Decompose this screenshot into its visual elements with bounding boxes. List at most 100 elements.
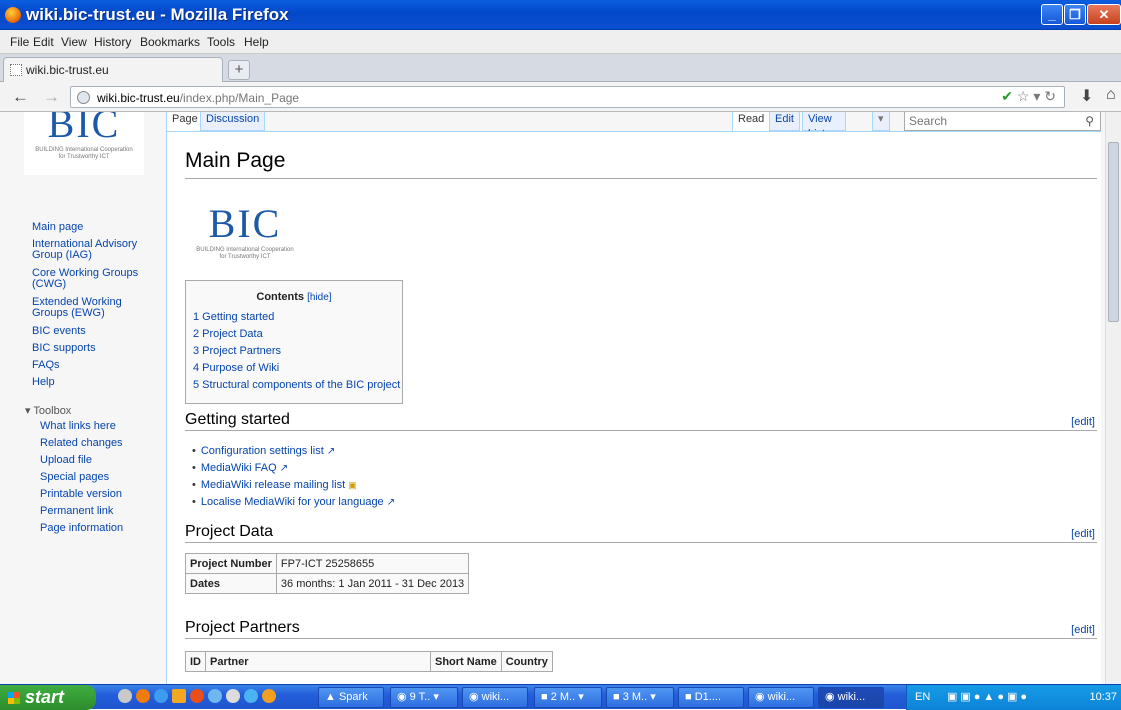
list-item[interactable]: Configuration settings list ↗: [192, 445, 335, 458]
menu-edit[interactable]: Edit: [33, 35, 54, 49]
edit-project-partners-link[interactable]: [edit]: [1071, 624, 1095, 636]
quicklaunch-icon[interactable]: [118, 689, 132, 703]
sidebar-item-iag[interactable]: International Advisory Group (IAG): [32, 239, 147, 261]
taskbar-button-powerpoint[interactable]: ■ 2 M.. ▾: [534, 687, 602, 708]
toolbox-page-information[interactable]: Page information: [40, 523, 155, 534]
sidebar-item-bic-events[interactable]: BIC events: [32, 326, 147, 337]
app-quicklaunch-icon[interactable]: [208, 689, 222, 703]
sidebar-item-bic-supports[interactable]: BIC supports: [32, 343, 147, 354]
toc-item[interactable]: 1 Getting started: [193, 312, 274, 323]
app-quicklaunch-icon[interactable]: [190, 689, 204, 703]
toolbox-related-changes[interactable]: Related changes: [40, 438, 155, 449]
lock-icon: ▣: [348, 480, 357, 490]
tab-view-history[interactable]: View history: [802, 112, 847, 140]
link-localise[interactable]: Localise MediaWiki for your language: [201, 496, 384, 508]
menu-help[interactable]: Help: [244, 35, 269, 49]
browser-tab[interactable]: wiki.bic-trust.eu: [3, 57, 223, 82]
edit-project-data-link[interactable]: [edit]: [1071, 528, 1095, 540]
menu-history[interactable]: History: [94, 35, 131, 49]
download-icon[interactable]: ⬇: [1080, 86, 1093, 106]
sidebar-item-faqs[interactable]: FAQs: [32, 360, 147, 371]
link-config-settings[interactable]: Configuration settings list: [201, 445, 324, 457]
tab-label: wiki.bic-trust.eu: [26, 63, 109, 77]
maximize-button[interactable]: ❐: [1064, 4, 1086, 25]
new-tab-button[interactable]: +: [228, 60, 250, 80]
page-title: Main Page: [185, 149, 286, 172]
heading-project-data: Project Data: [185, 523, 274, 540]
tab-read[interactable]: Read: [732, 112, 771, 131]
column-header: Country: [500, 651, 553, 672]
taskbar-button-firefox-wiki[interactable]: ◉ wiki...: [818, 687, 884, 708]
home-icon[interactable]: ⌂: [1106, 86, 1116, 104]
list-item[interactable]: MediaWiki release mailing list ▣: [192, 480, 357, 491]
outlook-quicklaunch-icon[interactable]: [172, 689, 186, 703]
vertical-scrollbar[interactable]: [1105, 112, 1121, 684]
firefox-icon: ◉: [825, 691, 835, 703]
menu-tools[interactable]: Tools: [207, 35, 235, 49]
tab-page[interactable]: Page: [166, 112, 204, 131]
firefox-icon: ◉: [469, 691, 479, 703]
menu-view[interactable]: View: [61, 35, 87, 49]
taskbar-button-spark[interactable]: ▲ Spark: [318, 687, 384, 708]
toolbox-toggle[interactable]: ▾ Toolbox: [25, 404, 71, 417]
sidebar-item-ewg[interactable]: Extended Working Groups (EWG): [32, 297, 147, 319]
search-input[interactable]: [905, 112, 1075, 129]
tab-discussion[interactable]: Discussion: [200, 112, 266, 131]
forward-arrow-icon[interactable]: →: [43, 87, 60, 107]
toc-item[interactable]: 4 Purpose of Wiki: [193, 363, 279, 374]
star-icon[interactable]: ☆: [1017, 88, 1030, 104]
toolbox-upload-file[interactable]: Upload file: [40, 455, 155, 466]
menu-bookmarks[interactable]: Bookmarks: [140, 35, 200, 49]
toc-hide-link[interactable]: [hide]: [307, 292, 331, 303]
list-item[interactable]: MediaWiki FAQ ↗: [192, 462, 288, 475]
page-icon: [10, 64, 22, 76]
check-icon[interactable]: ✔: [1001, 88, 1013, 104]
toolbox-special-pages[interactable]: Special pages: [40, 472, 155, 483]
content-logo[interactable]: BIC BUILDING International Cooperation f…: [185, 200, 305, 261]
firefox-quicklaunch-icon[interactable]: [136, 689, 150, 703]
tray-icons[interactable]: ▣▣●▲●▣●: [947, 690, 1030, 703]
toolbox-printable-version[interactable]: Printable version: [40, 489, 155, 500]
sidebar-item-help[interactable]: Help: [32, 377, 147, 388]
reload-icon[interactable]: ↻: [1044, 88, 1056, 104]
language-indicator[interactable]: EN: [915, 691, 930, 703]
more-dropdown-icon[interactable]: ▾: [872, 112, 890, 131]
sidebar-item-main-page[interactable]: Main page: [32, 222, 147, 233]
logo-text: BIC: [47, 112, 121, 146]
list-item[interactable]: Localise MediaWiki for your language ↗: [192, 496, 396, 509]
app-quicklaunch-icon[interactable]: [244, 689, 258, 703]
taskbar-button-group[interactable]: ◉ 9 T.. ▾: [390, 687, 458, 708]
link-mediawiki-faq[interactable]: MediaWiki FAQ: [201, 462, 277, 474]
toc-item[interactable]: 5 Structural components of the BIC proje…: [193, 380, 400, 391]
back-arrow-icon[interactable]: ←: [12, 87, 29, 107]
taskbar-button-wiki[interactable]: ◉ wiki...: [462, 687, 528, 708]
ie-quicklaunch-icon[interactable]: [154, 689, 168, 703]
search-icon[interactable]: ⚲: [1085, 114, 1094, 128]
app-quicklaunch-icon[interactable]: [262, 689, 276, 703]
site-logo[interactable]: BIC BUILDING International Cooperation f…: [24, 112, 144, 175]
tab-edit[interactable]: Edit: [769, 112, 800, 131]
taskbar-button-label: wiki...: [767, 691, 796, 703]
window-titlebar: wiki.bic-trust.eu - Mozilla Firefox _ ❐ …: [0, 0, 1121, 30]
logo-subtitle-1: BUILDING International Cooperation: [35, 147, 133, 153]
taskbar-button-pdf[interactable]: ■ D1....: [678, 687, 744, 708]
toc-item[interactable]: 2 Project Data: [193, 329, 263, 340]
external-link-icon: ↗: [386, 497, 396, 508]
taskbar-button-word[interactable]: ■ 3 M.. ▾: [606, 687, 674, 708]
app-quicklaunch-icon[interactable]: [226, 689, 240, 703]
address-bar[interactable]: wiki.bic-trust.eu/index.php/Main_Page ✔ …: [70, 86, 1065, 108]
taskbar-button-ie-wiki[interactable]: ◉ wiki...: [748, 687, 814, 708]
table-row: Project Number FP7-ICT 25258655: [185, 553, 470, 574]
scrollbar-thumb[interactable]: [1108, 142, 1119, 322]
toolbox-permanent-link[interactable]: Permanent link: [40, 506, 155, 517]
link-mailing-list[interactable]: MediaWiki release mailing list: [201, 479, 345, 491]
toc-item[interactable]: 3 Project Partners: [193, 346, 281, 357]
sidebar-item-cwg[interactable]: Core Working Groups (CWG): [32, 268, 147, 290]
edit-getting-started-link[interactable]: [edit]: [1071, 416, 1095, 428]
menu-file[interactable]: File: [10, 35, 29, 49]
close-button[interactable]: ✕: [1087, 4, 1121, 25]
dropdown-icon[interactable]: ▾: [1033, 88, 1040, 104]
minimize-button[interactable]: _: [1041, 4, 1063, 25]
start-button[interactable]: start: [0, 685, 96, 710]
toolbox-what-links-here[interactable]: What links here: [40, 421, 155, 432]
